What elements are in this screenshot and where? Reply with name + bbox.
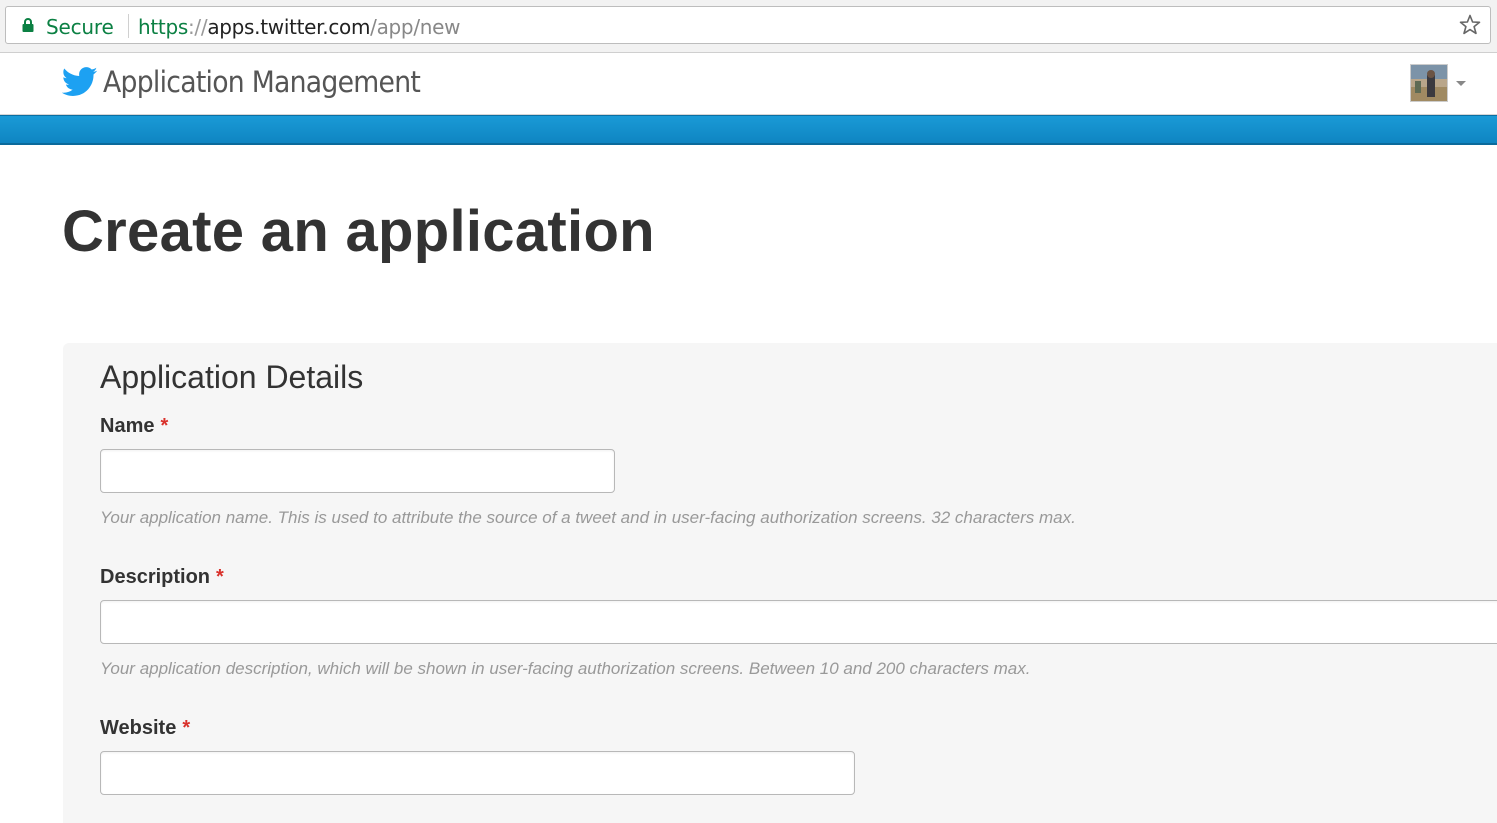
app-title[interactable]: Application Management (103, 65, 421, 99)
avatar-image (1411, 65, 1447, 101)
page-title: Create an application (62, 199, 655, 264)
description-label: Description * (100, 566, 224, 589)
description-label-text: Description (100, 566, 211, 588)
application-details-panel: Application Details Name * Your applicati… (63, 343, 1497, 823)
section-title: Application Details (100, 359, 364, 395)
avatar[interactable] (1410, 64, 1448, 102)
url-host: apps.twitter.com (207, 15, 371, 39)
name-label-text: Name (100, 415, 155, 437)
name-label: Name * (100, 415, 168, 438)
secure-label[interactable]: Secure (46, 15, 114, 39)
address-divider (128, 14, 129, 38)
required-marker: * (216, 566, 224, 588)
description-help-text: Your application description, which will… (100, 659, 1031, 678)
name-input[interactable] (100, 449, 615, 493)
website-label: Website * (100, 717, 190, 740)
browser-toolbar: Secure https://apps.twitter.com/app/new (0, 0, 1497, 53)
name-help-text: Your application name. This is used to a… (100, 508, 1076, 527)
url-scheme-separator: :// (187, 15, 208, 39)
address-bar[interactable]: Secure https://apps.twitter.com/app/new (5, 6, 1491, 44)
website-input[interactable] (100, 751, 855, 795)
lock-icon[interactable] (22, 18, 34, 32)
description-input[interactable] (100, 600, 1497, 644)
url-text[interactable]: https://apps.twitter.com/app/new (138, 15, 461, 39)
required-marker: * (182, 717, 191, 739)
header-banner-strip (0, 115, 1497, 145)
bookmark-star-icon[interactable] (1458, 13, 1482, 37)
website-label-text: Website (100, 717, 177, 739)
url-scheme: https (138, 15, 188, 39)
chevron-down-icon[interactable] (1455, 80, 1467, 88)
twitter-bird-icon[interactable] (62, 67, 98, 97)
url-path: /app/new (370, 15, 461, 39)
required-marker: * (160, 415, 169, 437)
app-header: Application Management (0, 53, 1497, 115)
